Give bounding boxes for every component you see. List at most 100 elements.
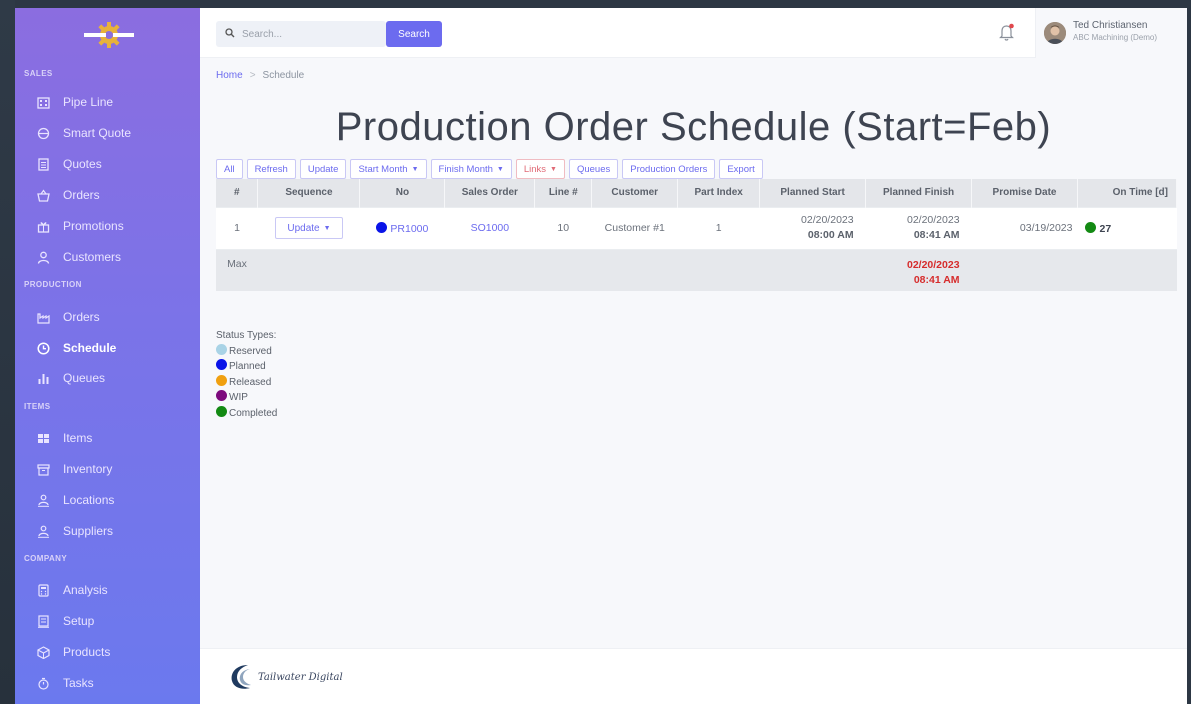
search-button[interactable]: Search: [386, 21, 442, 47]
sidebar-item-quotes[interactable]: Quotes: [15, 150, 200, 178]
sidebar-item-customers[interactable]: Customers: [15, 243, 200, 271]
user-name: Ted Christiansen: [1073, 20, 1148, 31]
top-header: Search Ted Christiansen ABC Machining (D…: [200, 8, 1187, 58]
sidebar-item-setup[interactable]: Setup: [15, 607, 200, 635]
sidebar-item-label: Orders: [63, 188, 100, 202]
section-company: COMPANY: [24, 554, 68, 563]
column-header[interactable]: On Time [d]: [1077, 179, 1178, 207]
sidebar-item-orders-production[interactable]: Orders: [15, 303, 200, 331]
document-icon: [37, 157, 50, 171]
user-menu[interactable]: Ted Christiansen ABC Machining (Demo): [1036, 8, 1187, 58]
promise-date: 03/19/2023: [971, 206, 1078, 249]
window-frame-top: [0, 0, 1191, 8]
status-legend: Status Types: Reserved Planned Released …: [216, 328, 277, 421]
column-header[interactable]: Sequence: [257, 179, 361, 207]
legend-label: Planned: [229, 361, 266, 372]
caret-down-icon: ▼: [550, 165, 557, 173]
production-order-link[interactable]: PR1000: [390, 223, 428, 235]
links-dropdown[interactable]: Links ▼: [515, 159, 565, 179]
sidebar-item-label: Orders: [63, 310, 100, 324]
gift-icon: [37, 220, 50, 233]
column-header[interactable]: Sales Order: [444, 179, 536, 207]
sidebar-item-schedule[interactable]: Schedule: [15, 334, 200, 362]
clock-icon: [37, 341, 50, 355]
column-header[interactable]: Planned Finish: [865, 179, 973, 207]
sidebar-item-analysis[interactable]: Analysis: [15, 576, 200, 604]
app-logo[interactable]: [84, 20, 134, 50]
on-time-cell: 27: [1077, 206, 1177, 249]
legend-label: WIP: [229, 392, 248, 403]
caret-down-icon: ▼: [323, 224, 331, 232]
legend-title: Status Types:: [216, 330, 277, 341]
sales-order-link[interactable]: SO1000: [471, 222, 510, 234]
sidebar-item-label: Smart Quote: [63, 126, 132, 140]
sidebar-item-tasks[interactable]: Tasks: [15, 669, 200, 697]
sequence-update-dropdown[interactable]: Update ▼: [275, 217, 343, 239]
timer-icon: [37, 677, 50, 690]
column-header[interactable]: Promise Date: [971, 179, 1078, 207]
sidebar-item-inventory[interactable]: Inventory: [15, 455, 200, 483]
archive-icon: [37, 463, 50, 476]
export-button[interactable]: Export: [719, 159, 763, 179]
sales-order-cell: SO1000: [444, 206, 535, 249]
breadcrumb: Home > Schedule: [216, 70, 304, 81]
footer-brand-logo: Tailwater Digital: [228, 662, 343, 692]
section-production: PRODUCTION: [24, 280, 82, 289]
sidebar-item-suppliers[interactable]: Suppliers: [15, 517, 200, 545]
legend-item: Released: [216, 374, 277, 391]
boxes-icon: [37, 432, 50, 445]
sidebar-item-products[interactable]: Products: [15, 638, 200, 666]
table-row: 1 Update ▼ PR1000 SO1000 10 Customer #1 1…: [216, 206, 1177, 249]
sidebar: SALES Pipe Line Smart Quote Quotes Order…: [15, 8, 200, 704]
planned-dot-icon: [216, 359, 227, 370]
column-header[interactable]: Part Index: [677, 179, 761, 207]
start-month-dropdown[interactable]: Start Month ▼: [350, 159, 427, 179]
update-button[interactable]: Update: [299, 159, 347, 179]
schedule-table: # Sequence No Sales Order Line # Custome…: [216, 179, 1178, 291]
sidebar-item-promotions[interactable]: Promotions: [15, 212, 200, 240]
search-input[interactable]: [242, 28, 382, 40]
wave-logo-icon: [231, 665, 251, 689]
sidebar-item-orders-sales[interactable]: Orders: [15, 181, 200, 209]
part-index: 1: [677, 206, 760, 249]
column-header[interactable]: #: [216, 179, 259, 207]
legend-item: WIP: [216, 390, 277, 406]
column-header[interactable]: Customer: [591, 179, 679, 207]
finish-month-label: Finish Month: [438, 163, 493, 175]
sidebar-item-label: Setup: [63, 614, 95, 628]
all-button[interactable]: All: [216, 159, 243, 179]
refresh-button[interactable]: Refresh: [246, 159, 296, 179]
column-header[interactable]: Line #: [534, 179, 593, 207]
sidebar-item-queues[interactable]: Queues: [15, 364, 200, 392]
on-time-status-dot-icon: [1085, 221, 1097, 233]
sidebar-item-pipe-line[interactable]: Pipe Line: [15, 88, 200, 116]
basket-icon: [37, 188, 50, 202]
sidebar-item-label: Analysis: [63, 583, 108, 597]
search-icon: [225, 25, 235, 43]
footer: Tailwater Digital: [200, 648, 1187, 704]
queues-button[interactable]: Queues: [568, 159, 619, 179]
on-time-days: 27: [1099, 222, 1112, 235]
column-header[interactable]: No: [359, 179, 446, 207]
notification-bell-icon[interactable]: [998, 22, 1016, 42]
sidebar-item-label: Queues: [63, 371, 106, 385]
legend-item: Planned: [216, 359, 277, 375]
sidebar-item-locations[interactable]: Locations: [15, 486, 200, 514]
released-dot-icon: [216, 374, 227, 386]
sidebar-item-label: Promotions: [63, 219, 124, 233]
breadcrumb-home-link[interactable]: Home: [216, 70, 243, 81]
window-frame-left: [0, 0, 15, 704]
row-number: 1: [216, 206, 258, 249]
sidebar-item-smart-quote[interactable]: Smart Quote: [15, 119, 200, 147]
sidebar-item-label: Suppliers: [63, 524, 114, 538]
column-header[interactable]: Planned Start: [759, 179, 867, 207]
production-orders-button[interactable]: Production Orders: [622, 159, 716, 179]
sequence-update-label: Update: [287, 222, 320, 234]
legend-label: Reserved: [229, 345, 272, 357]
sidebar-item-items[interactable]: Items: [15, 424, 200, 452]
factory-icon: [37, 311, 50, 324]
sidebar-item-label: Customers: [63, 250, 122, 264]
sidebar-item-label: Tasks: [63, 676, 94, 690]
max-label: Max: [216, 248, 258, 291]
finish-month-dropdown[interactable]: Finish Month ▼: [430, 159, 512, 179]
